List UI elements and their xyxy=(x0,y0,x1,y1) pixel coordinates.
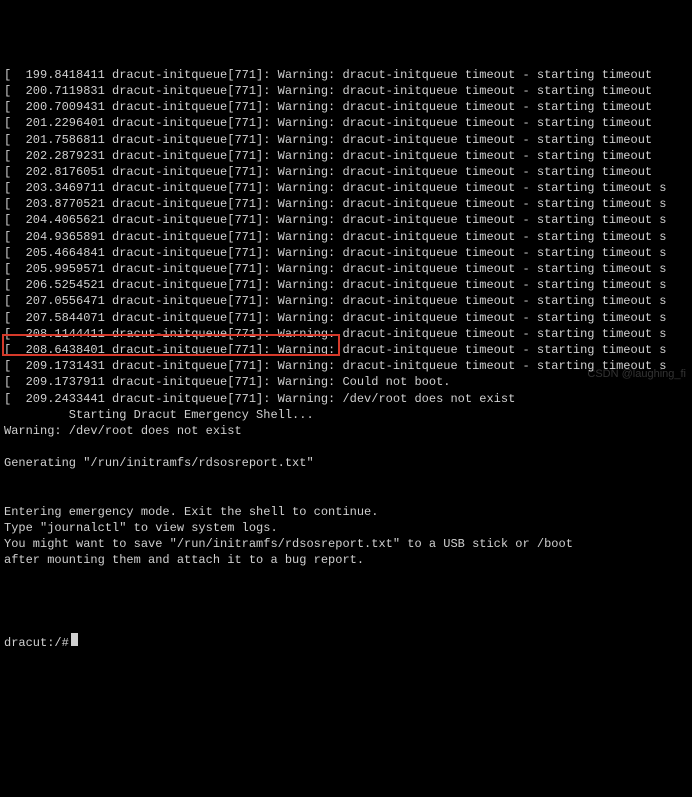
log-line: [ 208.6438401 dracut-initqueue[771]: War… xyxy=(4,342,688,358)
log-line: [ 203.3469711 dracut-initqueue[771]: War… xyxy=(4,180,688,196)
log-line: Generating "/run/initramfs/rdsosreport.t… xyxy=(4,455,688,471)
log-line: Entering emergency mode. Exit the shell … xyxy=(4,504,688,520)
log-line xyxy=(4,585,688,601)
log-line: [ 204.9365891 dracut-initqueue[771]: War… xyxy=(4,229,688,245)
log-line: [ 205.4664841 dracut-initqueue[771]: War… xyxy=(4,245,688,261)
log-line: [ 201.7586811 dracut-initqueue[771]: War… xyxy=(4,132,688,148)
log-line: [ 201.2296401 dracut-initqueue[771]: War… xyxy=(4,115,688,131)
log-line: [ 202.2879231 dracut-initqueue[771]: War… xyxy=(4,148,688,164)
log-line: [ 202.8176051 dracut-initqueue[771]: War… xyxy=(4,164,688,180)
log-line: [ 200.7009431 dracut-initqueue[771]: War… xyxy=(4,99,688,115)
log-line: Type "journalctl" to view system logs. xyxy=(4,520,688,536)
log-line: [ 209.1731431 dracut-initqueue[771]: War… xyxy=(4,358,688,374)
log-line: [ 204.4065621 dracut-initqueue[771]: War… xyxy=(4,212,688,228)
log-line: [ 207.0556471 dracut-initqueue[771]: War… xyxy=(4,293,688,309)
log-line: [ 200.7119831 dracut-initqueue[771]: War… xyxy=(4,83,688,99)
log-line: after mounting them and attach it to a b… xyxy=(4,552,688,568)
shell-prompt: dracut:/# xyxy=(4,635,69,651)
log-line xyxy=(4,488,688,504)
shell-prompt-line[interactable]: dracut:/# xyxy=(4,633,688,651)
console-log: [ 199.8418411 dracut-initqueue[771]: War… xyxy=(4,67,688,601)
log-line xyxy=(4,471,688,487)
log-line: [ 206.5254521 dracut-initqueue[771]: War… xyxy=(4,277,688,293)
log-line: [ 199.8418411 dracut-initqueue[771]: War… xyxy=(4,67,688,83)
log-line: You might want to save "/run/initramfs/r… xyxy=(4,536,688,552)
log-line: Starting Dracut Emergency Shell... xyxy=(4,407,688,423)
log-line: [ 205.9959571 dracut-initqueue[771]: War… xyxy=(4,261,688,277)
log-line xyxy=(4,569,688,585)
log-line xyxy=(4,439,688,455)
log-line: [ 208.1144411 dracut-initqueue[771]: War… xyxy=(4,326,688,342)
log-line: [ 209.2433441 dracut-initqueue[771]: War… xyxy=(4,391,688,407)
log-line: [ 209.1737911 dracut-initqueue[771]: War… xyxy=(4,374,688,390)
log-line: [ 203.8770521 dracut-initqueue[771]: War… xyxy=(4,196,688,212)
cursor-icon xyxy=(71,633,78,646)
log-line: Warning: /dev/root does not exist xyxy=(4,423,688,439)
log-line: [ 207.5844071 dracut-initqueue[771]: War… xyxy=(4,310,688,326)
